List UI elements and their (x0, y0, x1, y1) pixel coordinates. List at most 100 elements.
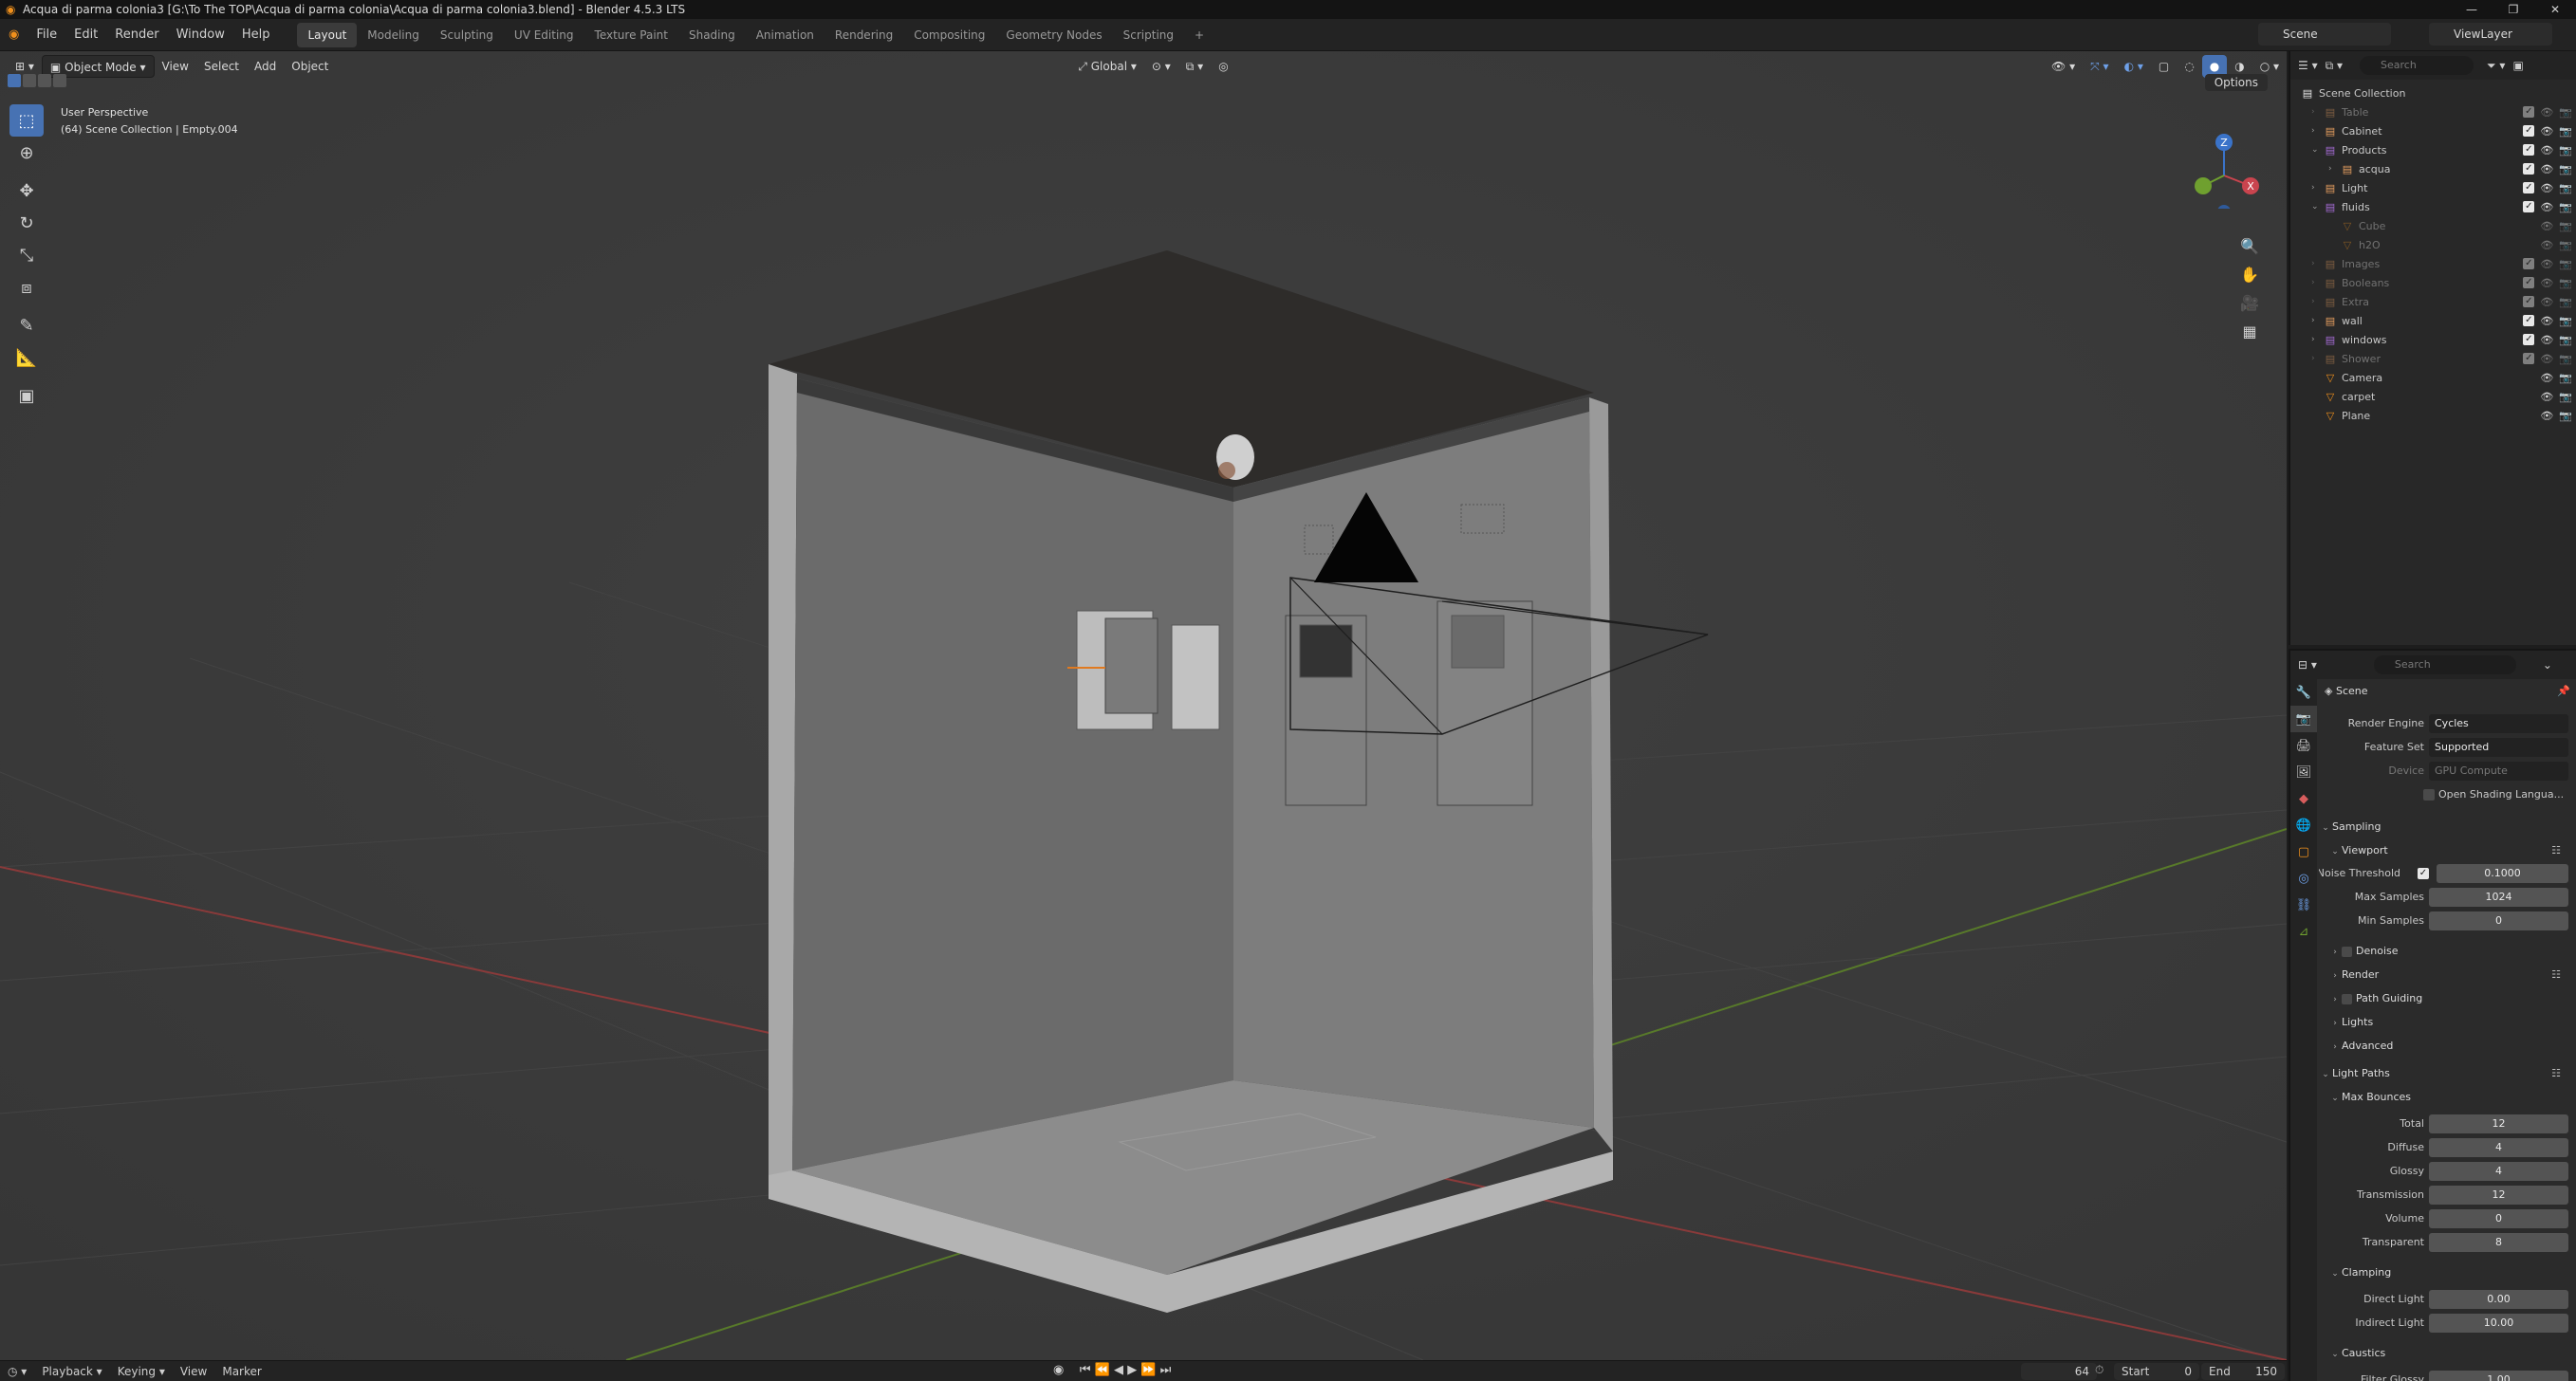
exclude-checkbox[interactable]: ✓ (2523, 333, 2535, 345)
outliner-editor-icon[interactable]: ☰ ▾ (2298, 59, 2318, 72)
min-samples-field[interactable]: 0 (2429, 911, 2568, 930)
camera-icon[interactable]: 📷 (2559, 182, 2572, 194)
tab-texture-paint[interactable]: Texture Paint (584, 23, 678, 47)
exclude-checkbox[interactable]: ✓ (2523, 352, 2535, 364)
jump-keyframe-forward-icon[interactable]: ⏩ (1140, 1363, 1156, 1377)
tool-tab-icon[interactable]: 🔧 (2290, 679, 2317, 706)
denoise-checkbox[interactable] (2342, 946, 2352, 957)
outliner-row[interactable]: ▽ Cube 👁 📷 (2290, 216, 2576, 235)
scene-collection-row[interactable]: ▤ Scene Collection (2290, 83, 2576, 102)
denoise-subsection[interactable]: › Denoise (2319, 939, 2576, 963)
eye-icon[interactable]: 👁 (2540, 182, 2553, 194)
eye-icon[interactable]: 👁 (2540, 277, 2553, 289)
total-bounces-field[interactable]: 12 (2429, 1114, 2568, 1133)
3d-viewport[interactable]: ⊞ ▾ ▣ Object Mode ▾ View Select Add Obje… (0, 51, 2287, 1360)
camera-icon[interactable]: 📷 (2559, 296, 2572, 308)
transparent-bounces-field[interactable]: 8 (2429, 1233, 2568, 1252)
start-frame-field[interactable]: Start 0 (2114, 1363, 2199, 1380)
path-guiding-checkbox[interactable] (2342, 993, 2352, 1004)
clamping-subsection[interactable]: ⌄ Clamping (2319, 1261, 2576, 1284)
presets-icon[interactable]: ☷ (2551, 838, 2561, 862)
exclude-checkbox[interactable]: ✓ (2523, 105, 2535, 118)
eye-icon[interactable]: 👁 (2540, 315, 2553, 327)
menu-view-timeline[interactable]: View (173, 1365, 214, 1378)
measure-tool-icon[interactable]: 📐 (9, 341, 44, 374)
current-frame-field[interactable]: 64 (2021, 1363, 2097, 1380)
close-button[interactable]: ✕ (2534, 0, 2576, 19)
presets-icon[interactable]: ☷ (2551, 963, 2561, 986)
chevron-right-icon[interactable]: › (2311, 126, 2323, 136)
new-collection-icon[interactable]: ▣ (2512, 59, 2523, 72)
view-layer-tab-icon[interactable]: 🖼 (2290, 759, 2317, 785)
exclude-checkbox[interactable]: ✓ (2523, 200, 2535, 212)
caustics-subsection[interactable]: ⌄ Caustics (2319, 1341, 2576, 1365)
menu-playback[interactable]: Playback ▾ (34, 1365, 109, 1378)
rotate-tool-icon[interactable]: ↻ (9, 207, 44, 239)
render-subsection[interactable]: › Render ☷ (2319, 963, 2576, 986)
options-dropdown[interactable]: Options (2204, 74, 2268, 91)
eye-icon[interactable]: 👁 (2540, 201, 2553, 213)
outliner-row[interactable]: › ▤ Light ✓ 👁 📷 (2290, 178, 2576, 197)
play-icon[interactable]: ▶ (1127, 1363, 1137, 1377)
move-tool-icon[interactable]: ✥ (9, 175, 44, 207)
eye-icon[interactable]: 👁 (2540, 410, 2553, 422)
outliner-row[interactable]: ▽ Camera 👁 📷 (2290, 368, 2576, 387)
indirect-light-field[interactable]: 10.00 (2429, 1314, 2568, 1333)
end-frame-field[interactable]: End 150 (2201, 1363, 2285, 1380)
eye-icon[interactable]: 👁 (2540, 296, 2553, 308)
chevron-right-icon[interactable]: › (2311, 107, 2323, 117)
outliner-row[interactable]: ⌄ ▤ fluids ✓ 👁 📷 (2290, 197, 2576, 216)
zoom-icon[interactable]: 🔍 (2235, 231, 2264, 260)
xray-toggle-icon[interactable]: ▢ (2151, 55, 2177, 78)
sampling-section[interactable]: ⌄ Sampling (2319, 815, 2576, 838)
menu-render[interactable]: Render (106, 19, 167, 51)
menu-window[interactable]: Window (168, 19, 233, 51)
diffuse-bounces-field[interactable]: 4 (2429, 1138, 2568, 1157)
menu-file[interactable]: File (28, 19, 65, 51)
camera-icon[interactable]: 📷 (2559, 410, 2572, 422)
render-tab-icon[interactable]: 📷 (2290, 706, 2317, 732)
chevron-down-icon[interactable]: ⌄ (2311, 145, 2323, 155)
perspective-toggle-icon[interactable]: ▦ (2235, 317, 2264, 345)
glossy-bounces-field[interactable]: 4 (2429, 1162, 2568, 1181)
exclude-checkbox[interactable]: ✓ (2523, 295, 2535, 307)
pivot-point-icon[interactable]: ⊙ ▾ (1144, 55, 1178, 78)
eye-icon[interactable]: 👁 (2540, 353, 2553, 365)
properties-search-input[interactable]: Search (2373, 655, 2516, 674)
render-engine-dropdown[interactable]: Cycles (2429, 714, 2568, 733)
jump-start-icon[interactable]: ⏮ (1080, 1363, 1091, 1377)
outliner-row[interactable]: ▽ carpet 👁 📷 (2290, 387, 2576, 406)
menu-object[interactable]: Object (284, 55, 336, 78)
camera-icon[interactable]: 📷 (2559, 106, 2572, 119)
collapse-icon[interactable]: ⌄ (2543, 658, 2552, 672)
menu-view[interactable]: View (155, 55, 196, 78)
outliner-row[interactable]: › ▤ windows ✓ 👁 📷 (2290, 330, 2576, 349)
exclude-checkbox[interactable]: ✓ (2523, 143, 2535, 156)
transform-orientation-dropdown[interactable]: ⤢ Global ▾ (1070, 55, 1144, 78)
outliner-row[interactable]: ⌄ ▤ Products ✓ 👁 📷 (2290, 140, 2576, 159)
camera-icon[interactable]: 📷 (2559, 258, 2572, 270)
menu-select[interactable]: Select (196, 55, 247, 78)
eye-icon[interactable]: 👁 (2540, 106, 2553, 119)
snap-icon[interactable]: ⧉ ▾ (1178, 55, 1211, 78)
chevron-right-icon[interactable]: › (2311, 354, 2323, 363)
chevron-right-icon[interactable]: › (2311, 297, 2323, 306)
path-guiding-subsection[interactable]: › Path Guiding (2319, 986, 2576, 1010)
eye-icon[interactable]: 👁 (2540, 125, 2553, 138)
scene-selector[interactable]: Scene (2258, 23, 2391, 46)
camera-icon[interactable]: 📷 (2559, 334, 2572, 346)
timer-icon[interactable]: ⏱ (2095, 1363, 2103, 1377)
select-subtract-icon[interactable] (38, 74, 51, 87)
select-new-icon[interactable] (8, 74, 21, 87)
light-paths-section[interactable]: ⌄ Light Paths ☷ (2319, 1061, 2576, 1085)
exclude-checkbox[interactable]: ✓ (2523, 181, 2535, 193)
camera-icon[interactable]: 📷 (2559, 315, 2572, 327)
chevron-right-icon[interactable]: › (2328, 164, 2340, 174)
world-tab-icon[interactable]: 🌐 (2290, 812, 2317, 838)
noise-threshold-checkbox[interactable]: ✓ (2418, 868, 2429, 879)
camera-icon[interactable]: 📷 (2559, 391, 2572, 403)
max-samples-field[interactable]: 1024 (2429, 888, 2568, 907)
exclude-checkbox[interactable]: ✓ (2523, 314, 2535, 326)
exclude-checkbox[interactable]: ✓ (2523, 276, 2535, 288)
outliner-row[interactable]: › ▤ Table ✓ 👁 📷 (2290, 102, 2576, 121)
